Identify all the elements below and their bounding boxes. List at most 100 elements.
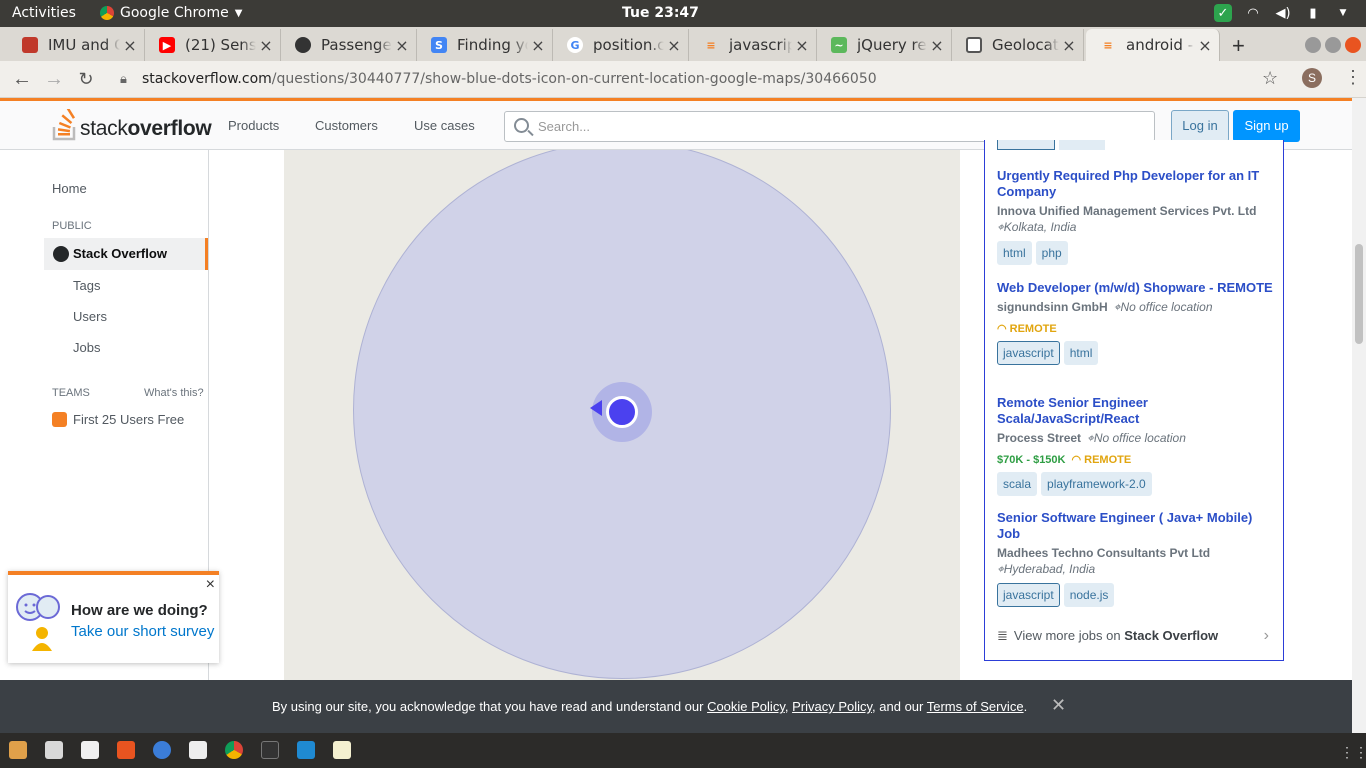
- job-item[interactable]: Senior Software Engineer ( Java+ Mobile)…: [997, 510, 1277, 607]
- globe-icon: [53, 246, 69, 262]
- tag[interactable]: php: [1035, 241, 1068, 265]
- browser-tab[interactable]: Geolocatio×: [952, 29, 1084, 61]
- map-view[interactable]: [284, 150, 960, 680]
- search-input[interactable]: Search...: [504, 111, 1155, 142]
- close-icon[interactable]: ×: [927, 36, 947, 55]
- job-location: Hyderabad, India: [1003, 562, 1096, 576]
- job-item[interactable]: Remote Senior Engineer Scala/JavaScript/…: [997, 395, 1277, 496]
- browser-tab[interactable]: S Finding yo ×: [417, 29, 553, 61]
- close-icon[interactable]: ×: [664, 36, 684, 55]
- maximize-button[interactable]: [1325, 37, 1341, 53]
- nav-products[interactable]: Products: [228, 118, 279, 133]
- job-item[interactable]: Web Developer (m/w/d) Shopware - REMOTE …: [997, 280, 1277, 365]
- cookie-policy-link[interactable]: Cookie Policy: [707, 699, 785, 714]
- tag[interactable]: javascript: [997, 583, 1060, 607]
- vscode-icon[interactable]: [297, 741, 315, 759]
- tag[interactable]: scala: [997, 472, 1038, 496]
- close-window-button[interactable]: [1345, 37, 1361, 53]
- nav-use-cases[interactable]: Use cases: [414, 118, 475, 133]
- tab-title: position.c: [593, 36, 664, 54]
- document-icon[interactable]: [81, 741, 99, 759]
- sidebar-item-home[interactable]: Home: [52, 181, 87, 196]
- wifi-icon: ◠: [1247, 5, 1259, 21]
- close-icon[interactable]: ×: [792, 36, 812, 55]
- sidebar-item-stackoverflow[interactable]: Stack Overflow: [44, 238, 208, 270]
- stackoverflow-icon: ≡: [706, 38, 716, 52]
- close-icon[interactable]: ×: [206, 576, 215, 594]
- nav-customers[interactable]: Customers: [315, 118, 378, 133]
- minimize-button[interactable]: [1305, 37, 1321, 53]
- browser-tab[interactable]: Gposition.c ×: [553, 29, 689, 61]
- text-editor-icon[interactable]: [333, 741, 351, 759]
- privacy-policy-link[interactable]: Privacy Policy: [792, 699, 872, 714]
- tag[interactable]: html: [1063, 341, 1099, 365]
- close-icon[interactable]: ×: [120, 36, 140, 55]
- site-logo[interactable]: stackoverflow: [52, 109, 212, 141]
- sidebar-item-tags[interactable]: Tags: [73, 278, 100, 293]
- sidebar-item-users[interactable]: Users: [73, 309, 107, 324]
- job-title[interactable]: Urgently Required Php Developer for an I…: [997, 168, 1277, 200]
- sidebar-section-public: PUBLIC: [52, 220, 92, 232]
- job-title[interactable]: Web Developer (m/w/d) Shopware - REMOTE: [997, 280, 1277, 296]
- close-icon[interactable]: ×: [256, 36, 276, 55]
- page-scrollbar[interactable]: [1352, 98, 1366, 733]
- clock[interactable]: Tue 23:47: [622, 5, 699, 21]
- browser-tab[interactable]: Passenger ×: [281, 29, 417, 61]
- scrollbar-thumb[interactable]: [1355, 244, 1363, 344]
- whats-this-link[interactable]: What's this?: [144, 387, 204, 399]
- app-grid-icon[interactable]: ⋮⋮⋮: [1340, 744, 1366, 761]
- app-menu[interactable]: Google Chrome ▼: [100, 5, 242, 21]
- tag-stub: [1059, 140, 1105, 150]
- sidebar-item-jobs[interactable]: Jobs: [73, 340, 100, 355]
- chrome-icon[interactable]: [225, 741, 243, 759]
- chevron-right-icon: ›: [1263, 627, 1269, 644]
- tag[interactable]: html: [997, 241, 1032, 265]
- teams-free-link[interactable]: First 25 Users Free: [73, 412, 184, 427]
- job-item[interactable]: Urgently Required Php Developer for an I…: [997, 168, 1277, 265]
- forward-button[interactable]: →: [42, 67, 66, 91]
- job-title[interactable]: Senior Software Engineer ( Java+ Mobile)…: [997, 510, 1277, 542]
- survey-link[interactable]: Take our short survey: [71, 623, 214, 640]
- volume-icon: ◀): [1275, 5, 1291, 21]
- terms-of-service-link[interactable]: Terms of Service: [927, 699, 1024, 714]
- browser-toolbar: ← → ↻ 🔒︎ stackoverflow.com/questions/304…: [0, 61, 1366, 98]
- reload-button[interactable]: ↻: [74, 67, 98, 91]
- browser-tab[interactable]: ~ jQuery rea×: [817, 29, 952, 61]
- address-bar[interactable]: 🔒︎ stackoverflow.com/questions/30440777/…: [106, 65, 1282, 94]
- close-icon[interactable]: ×: [528, 36, 548, 55]
- system-tray[interactable]: ✓ ◠ ◀) ▮ ▼: [1214, 4, 1352, 22]
- back-button[interactable]: ←: [10, 67, 34, 91]
- tag[interactable]: playframework-2.0: [1041, 472, 1152, 496]
- bookmark-star-icon[interactable]: ☆: [1262, 68, 1278, 89]
- help-icon[interactable]: [153, 741, 171, 759]
- signup-button[interactable]: Sign up: [1233, 110, 1300, 142]
- pin-icon: ⌖: [997, 562, 1004, 576]
- files-icon[interactable]: [9, 741, 27, 759]
- terminal-icon[interactable]: [261, 741, 279, 759]
- browser-tab[interactable]: ≡ javascript×: [689, 29, 817, 61]
- login-button[interactable]: Log in: [1171, 110, 1229, 142]
- job-company: Process Street: [997, 431, 1082, 445]
- tag[interactable]: javascript: [997, 341, 1060, 365]
- software-center-icon[interactable]: [117, 741, 135, 759]
- remote-badge: REMOTE: [1084, 454, 1132, 466]
- browser-tab-active[interactable]: ≡ android - S×: [1086, 29, 1220, 61]
- browser-tab[interactable]: IMU and C ×: [8, 29, 145, 61]
- job-title[interactable]: Remote Senior Engineer Scala/JavaScript/…: [997, 395, 1277, 427]
- browser-tab[interactable]: ▶ (21) Senso×: [145, 29, 281, 61]
- pin-icon: ⌖: [997, 220, 1004, 234]
- cookie-banner: By using our site, you acknowledge that …: [0, 680, 1352, 733]
- camera-icon[interactable]: [45, 741, 63, 759]
- menu-icon[interactable]: ⋮: [1344, 67, 1362, 88]
- activities-button[interactable]: Activities: [12, 5, 76, 21]
- view-more-jobs-link[interactable]: ≣ View more jobs on Stack Overflow ›: [997, 627, 1273, 644]
- profile-avatar[interactable]: S: [1302, 68, 1322, 88]
- amazon-icon[interactable]: [189, 741, 207, 759]
- close-icon[interactable]: ×: [1195, 36, 1215, 55]
- update-icon[interactable]: ✓: [1214, 4, 1232, 22]
- close-icon[interactable]: ✕: [1051, 695, 1066, 716]
- close-icon[interactable]: ×: [392, 36, 412, 55]
- tag[interactable]: node.js: [1063, 583, 1115, 607]
- close-icon[interactable]: ×: [1059, 36, 1079, 55]
- new-tab-button[interactable]: +: [1232, 33, 1245, 59]
